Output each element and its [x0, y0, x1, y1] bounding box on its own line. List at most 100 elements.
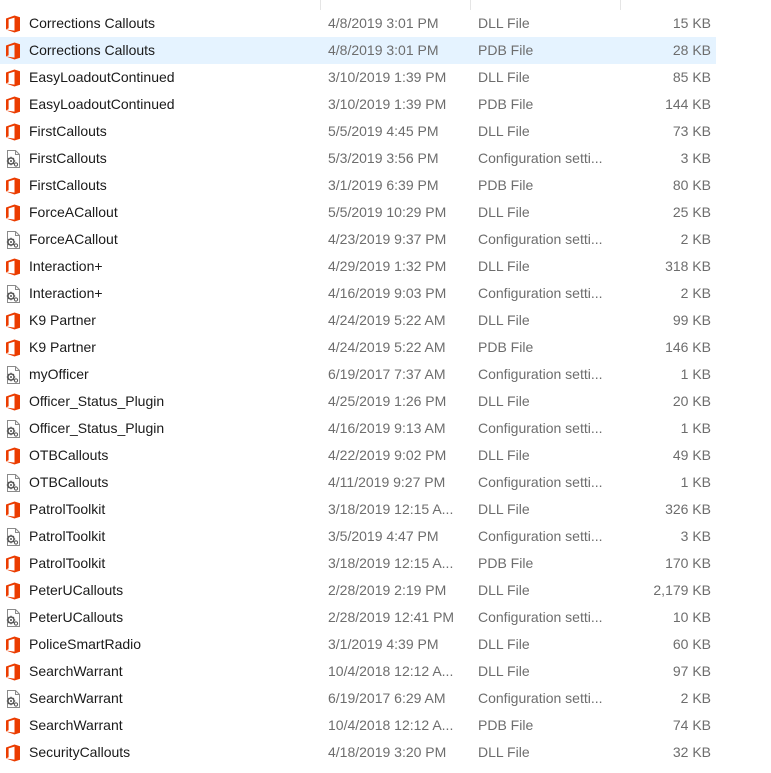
- file-size: 2 KB: [680, 690, 711, 706]
- file-name: Officer_Status_Plugin: [29, 420, 165, 436]
- file-row[interactable]: PatrolToolkit 3/18/2019 12:15 A... PDB Fil…: [0, 550, 716, 577]
- file-date-modified: 4/18/2019 3:20 PM: [328, 744, 447, 760]
- file-size: 2,179 KB: [653, 582, 711, 598]
- file-row[interactable]: OTBCallouts 4/11/2019 9:27 PM Configuratio…: [0, 469, 716, 496]
- file-date-modified: 4/16/2019 9:03 PM: [328, 285, 447, 301]
- file-row[interactable]: K9 Partner 4/24/2019 5:22 AM DLL File 99 KB: [0, 307, 716, 334]
- file-type: PDB File: [478, 177, 534, 193]
- file-row[interactable]: FirstCallouts 5/5/2019 4:45 PM DLL File 73 …: [0, 118, 716, 145]
- file-type: DLL File: [478, 501, 530, 517]
- file-row[interactable]: PeterUCallouts 2/28/2019 2:19 PM DLL File 2…: [0, 577, 716, 604]
- file-size: 49 KB: [672, 447, 711, 463]
- file-type: DLL File: [478, 636, 530, 652]
- file-date-modified: 10/4/2018 12:12 A...: [328, 717, 454, 733]
- file-row[interactable]: FirstCallouts 5/3/2019 3:56 PM Configurati…: [0, 145, 716, 172]
- file-type: DLL File: [478, 393, 530, 409]
- file-row[interactable]: SearchWarrant 10/4/2018 12:12 A... DLL Fil…: [0, 658, 716, 685]
- file-explorer-view: Corrections Callouts 4/8/2019 3:01 PM DLL …: [0, 0, 771, 773]
- file-name: FirstCallouts: [29, 123, 107, 139]
- file-date-modified: 10/4/2018 12:12 A...: [328, 663, 454, 679]
- file-row[interactable]: ForceACallout 5/5/2019 10:29 PM DLL File 25…: [0, 199, 716, 226]
- file-date-modified: 4/29/2019 1:32 PM: [328, 258, 447, 274]
- file-row[interactable]: myOfficer 6/19/2017 7:37 AM Configuration …: [0, 361, 716, 388]
- file-size: 318 KB: [665, 258, 711, 274]
- file-name: SearchWarrant: [29, 717, 123, 733]
- file-type: DLL File: [478, 69, 530, 85]
- file-name: ForceACallout: [29, 231, 118, 247]
- file-row[interactable]: Corrections Callouts 4/8/2019 3:01 PM PDB …: [0, 37, 716, 64]
- file-row[interactable]: EasyLoadoutContinued 3/10/2019 1:39 PM DLL…: [0, 64, 716, 91]
- file-date-modified: 3/18/2019 12:15 A...: [328, 501, 454, 517]
- file-type: Configuration setti...: [478, 690, 603, 706]
- file-size: 25 KB: [672, 204, 711, 220]
- column-header-edge: [0, 0, 771, 10]
- config-file-icon: [4, 609, 22, 627]
- file-type: DLL File: [478, 312, 530, 328]
- file-row[interactable]: Officer_Status_Plugin 4/25/2019 1:26 PM DL…: [0, 388, 716, 415]
- file-name: Corrections Callouts: [29, 15, 156, 31]
- file-row[interactable]: Interaction+ 4/16/2019 9:03 PM Configurati…: [0, 280, 716, 307]
- file-type: DLL File: [478, 744, 530, 760]
- file-name: OTBCallouts: [29, 474, 109, 490]
- file-name: Officer_Status_Plugin: [29, 393, 165, 409]
- config-file-icon: [4, 366, 22, 384]
- file-date-modified: 4/25/2019 1:26 PM: [328, 393, 447, 409]
- file-name: FirstCallouts: [29, 150, 107, 166]
- file-name: K9 Partner: [29, 339, 96, 355]
- file-type: Configuration setti...: [478, 420, 603, 436]
- file-row[interactable]: SearchWarrant 10/4/2018 12:12 A... PDB Fil…: [0, 712, 716, 739]
- config-file-icon: [4, 150, 22, 168]
- file-name: EasyLoadoutContinued: [29, 96, 175, 112]
- file-row[interactable]: PatrolToolkit 3/18/2019 12:15 A... DLL Fil…: [0, 496, 716, 523]
- file-size: 2 KB: [680, 231, 711, 247]
- file-row[interactable]: OTBCallouts 4/22/2019 9:02 PM DLL File 49 K…: [0, 442, 716, 469]
- file-size: 3 KB: [680, 150, 711, 166]
- file-type: PDB File: [478, 555, 534, 571]
- file-name: OTBCallouts: [29, 447, 109, 463]
- file-row[interactable]: ForceACallout 4/23/2019 9:37 PM Configurat…: [0, 226, 716, 253]
- file-row[interactable]: Officer_Status_Plugin 4/16/2019 9:13 AM Co…: [0, 415, 716, 442]
- file-type: Configuration setti...: [478, 609, 603, 625]
- file-name: PeterUCallouts: [29, 582, 124, 598]
- file-date-modified: 3/18/2019 12:15 A...: [328, 555, 454, 571]
- file-name: SearchWarrant: [29, 663, 123, 679]
- file-name: Corrections Callouts: [29, 42, 156, 58]
- office-icon: [4, 393, 22, 411]
- file-size: 1 KB: [680, 474, 711, 490]
- file-type: DLL File: [478, 447, 530, 463]
- file-name: SearchWarrant: [29, 690, 123, 706]
- file-row[interactable]: Corrections Callouts 4/8/2019 3:01 PM DLL …: [0, 10, 716, 37]
- file-date-modified: 3/1/2019 6:39 PM: [328, 177, 439, 193]
- file-date-modified: 4/11/2019 9:27 PM: [328, 474, 446, 490]
- file-type: PDB File: [478, 42, 534, 58]
- file-type: PDB File: [478, 717, 534, 733]
- file-row[interactable]: PeterUCallouts 2/28/2019 12:41 PM Configur…: [0, 604, 716, 631]
- office-icon: [4, 15, 22, 33]
- file-date-modified: 3/10/2019 1:39 PM: [328, 96, 447, 112]
- file-type: Configuration setti...: [478, 366, 603, 382]
- file-date-modified: 4/24/2019 5:22 AM: [328, 339, 446, 355]
- file-date-modified: 4/23/2019 9:37 PM: [328, 231, 447, 247]
- file-row[interactable]: SearchWarrant 6/19/2017 6:29 AM Configurat…: [0, 685, 716, 712]
- file-row[interactable]: Interaction+ 4/29/2019 1:32 PM DLL File 318…: [0, 253, 716, 280]
- file-name: FirstCallouts: [29, 177, 107, 193]
- file-row[interactable]: EasyLoadoutContinued 3/10/2019 1:39 PM PDB…: [0, 91, 716, 118]
- file-name: PoliceSmartRadio: [29, 636, 142, 652]
- file-row[interactable]: SecurityCallouts 4/18/2019 3:20 PM DLL Fil…: [0, 739, 716, 766]
- file-row[interactable]: PatrolToolkit 3/5/2019 4:47 PM Configurati…: [0, 523, 716, 550]
- file-size: 85 KB: [672, 69, 711, 85]
- file-row[interactable]: PoliceSmartRadio 3/1/2019 4:39 PM DLL File…: [0, 631, 716, 658]
- file-type: DLL File: [478, 582, 530, 598]
- file-size: 20 KB: [672, 393, 711, 409]
- file-size: 73 KB: [672, 123, 711, 139]
- file-type: Configuration setti...: [478, 231, 603, 247]
- file-date-modified: 4/22/2019 9:02 PM: [328, 447, 447, 463]
- file-type: Configuration setti...: [478, 150, 603, 166]
- file-date-modified: 6/19/2017 7:37 AM: [328, 366, 446, 382]
- file-row[interactable]: FirstCallouts 3/1/2019 6:39 PM PDB File 80 …: [0, 172, 716, 199]
- file-list[interactable]: Corrections Callouts 4/8/2019 3:01 PM DLL …: [0, 10, 771, 766]
- office-icon: [4, 312, 22, 330]
- file-date-modified: 2/28/2019 2:19 PM: [328, 582, 447, 598]
- config-file-icon: [4, 420, 22, 438]
- file-row[interactable]: K9 Partner 4/24/2019 5:22 AM PDB File 146 K…: [0, 334, 716, 361]
